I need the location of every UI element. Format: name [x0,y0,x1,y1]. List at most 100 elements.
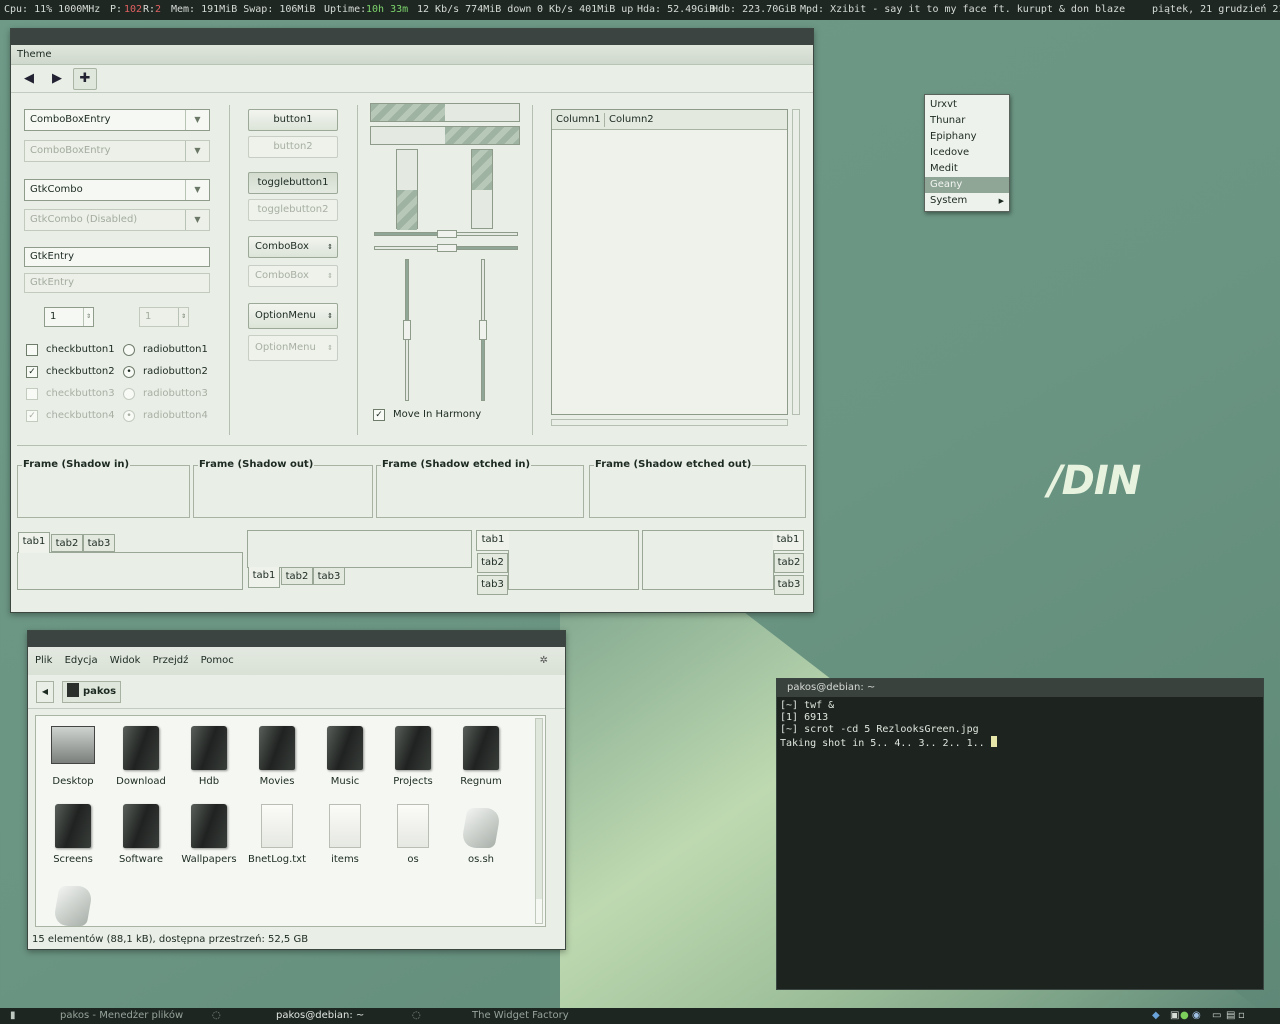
tab3[interactable]: tab3 [83,534,115,552]
terminal-window[interactable]: pakos@debian: ~ [~] twf & [1] 6913 [~] s… [776,678,1264,990]
tray-app-icon[interactable]: ▣ [1170,1008,1179,1024]
checkbutton2[interactable]: ✓ checkbutton2 [26,366,115,378]
tab2[interactable]: tab2 [281,567,313,585]
file-item[interactable]: Music [312,726,378,787]
tray-network-icon[interactable]: ◆ [1152,1008,1160,1024]
file-item[interactable]: Software [108,804,174,865]
chevron-down-icon[interactable]: ▼ [185,180,209,200]
column1-header[interactable]: Column1 [556,110,601,130]
radio-dot-icon[interactable]: • [123,366,135,378]
hda-status: Hda: 52.49GiB [637,4,716,15]
menu-pomoc[interactable]: Pomoc [201,655,234,666]
tab1[interactable]: tab1 [248,567,280,588]
menu-item-thunar[interactable]: Thunar [925,113,1009,129]
chevron-down-icon[interactable]: ▼ [185,110,209,130]
togglebutton1[interactable]: togglebutton1 [248,172,338,194]
menu-item-urxvt[interactable]: Urxvt [925,97,1009,113]
taskbar-item-widget-factory[interactable]: The Widget Factory [472,1008,569,1024]
radio-dot-icon: • [123,410,135,422]
tab3[interactable]: tab3 [313,567,345,585]
tab2[interactable]: tab2 [774,553,804,573]
gtkcombo[interactable]: GtkCombo ▼ [24,179,210,201]
file-item[interactable]: items [312,804,378,865]
slider-handle[interactable] [437,230,457,238]
slider-handle[interactable] [437,244,457,252]
tab3[interactable]: tab3 [477,575,508,595]
chevron-down-icon: ▼ [185,141,209,161]
tab2[interactable]: tab2 [477,553,508,573]
file-item[interactable]: Wallpapers [176,804,242,865]
taskbar-item-file-manager[interactable]: pakos - Menedżer plików [60,1008,183,1024]
file-item[interactable]: BnetLog.txt [244,804,310,865]
back-arrow-icon[interactable]: ◀ [36,681,54,703]
spin-button[interactable]: 1 ⇕ [44,307,94,327]
vscale-2[interactable] [479,259,487,401]
menu-przejdz[interactable]: Przejdź [153,655,189,666]
checkmark-icon[interactable]: ✓ [373,409,385,421]
file-item[interactable]: Screens [40,804,106,865]
arrow-right-icon[interactable]: ▶ [45,68,69,90]
tab3[interactable]: tab3 [774,575,804,595]
close-icon[interactable]: ▫ [1238,1008,1245,1024]
menu-item-epiphany[interactable]: Epiphany [925,129,1009,145]
radiobutton1[interactable]: radiobutton1 [123,344,208,356]
menu-widok[interactable]: Widok [110,655,141,666]
window-list-icon[interactable]: ▤ [1226,1008,1235,1024]
menu-item-system[interactable]: System ▶ [925,193,1009,209]
combobox-entry[interactable]: ComboBoxEntry ▼ [24,109,210,131]
terminal-output[interactable]: [~] twf & [1] 6913 [~] scrot -cd 5 Rezlo… [777,697,1263,753]
file-item[interactable]: os.sh [448,804,514,865]
menu-item-geany[interactable]: Geany [925,177,1009,193]
arrow-left-icon[interactable]: ◀ [17,68,41,90]
horizontal-scrollbar[interactable] [551,419,788,426]
file-item[interactable]: Download [108,726,174,787]
window-titlebar[interactable] [28,631,565,647]
radiobutton2[interactable]: • radiobutton2 [123,366,208,378]
file-item[interactable]: Hdb [176,726,242,787]
column2-header[interactable]: Column2 [609,110,654,130]
menu-item-icedove[interactable]: Icedove [925,145,1009,161]
hscale-2[interactable] [374,244,518,252]
vertical-scrollbar[interactable] [535,718,543,924]
tree-view[interactable]: Column1 Column2 [551,109,788,415]
file-item[interactable]: Desktop [40,726,106,787]
file-item[interactable] [40,882,106,926]
menu-edycja[interactable]: Edycja [65,655,98,666]
checkmark-icon[interactable]: ✓ [26,366,38,378]
tab1[interactable]: tab1 [773,530,804,551]
radio-circle[interactable] [123,344,135,356]
tray-globe-icon[interactable]: ◉ [1192,1008,1201,1024]
menu-plik[interactable]: Plik [35,655,52,666]
hscale-1[interactable] [374,230,518,238]
option-menu[interactable]: OptionMenu ⇕ [248,303,338,329]
plus-icon[interactable]: ✚ [73,67,97,90]
vertical-scrollbar[interactable] [792,109,800,415]
button1[interactable]: button1 [248,109,338,131]
menu-item-medit[interactable]: Medit [925,161,1009,177]
tab1[interactable]: tab1 [476,530,509,551]
file-item[interactable]: Regnum [448,726,514,787]
taskbar-item-terminal[interactable]: pakos@debian: ~ [276,1008,364,1024]
spin-arrows-icon[interactable]: ⇕ [83,308,93,326]
text-file-icon [397,804,429,848]
tab2[interactable]: tab2 [51,534,83,552]
move-in-harmony-check[interactable]: ✓ Move In Harmony [373,409,481,421]
gtk-entry[interactable]: GtkEntry [24,247,210,267]
slider-handle[interactable] [403,320,411,340]
file-item[interactable]: os [380,804,446,865]
vscale-1[interactable] [403,259,411,401]
scrollbar-thumb[interactable] [536,719,542,899]
slider-handle[interactable] [479,320,487,340]
file-view[interactable]: Desktop Download Hdb Movies Music Projec… [35,715,546,927]
combobox[interactable]: ComboBox ⇕ [248,236,338,258]
launcher-icon[interactable]: ▮ [10,1008,16,1024]
file-item[interactable]: Movies [244,726,310,787]
checkbutton1[interactable]: checkbutton1 [26,344,115,356]
desktop-pager-icon[interactable]: ▭ [1212,1008,1221,1024]
tab1[interactable]: tab1 [18,532,50,553]
path-button-home[interactable]: pakos [62,681,122,703]
checkbox-box[interactable] [26,344,38,356]
window-titlebar[interactable] [11,29,813,45]
tray-status-icon[interactable]: ● [1180,1008,1189,1024]
file-item[interactable]: Projects [380,726,446,787]
